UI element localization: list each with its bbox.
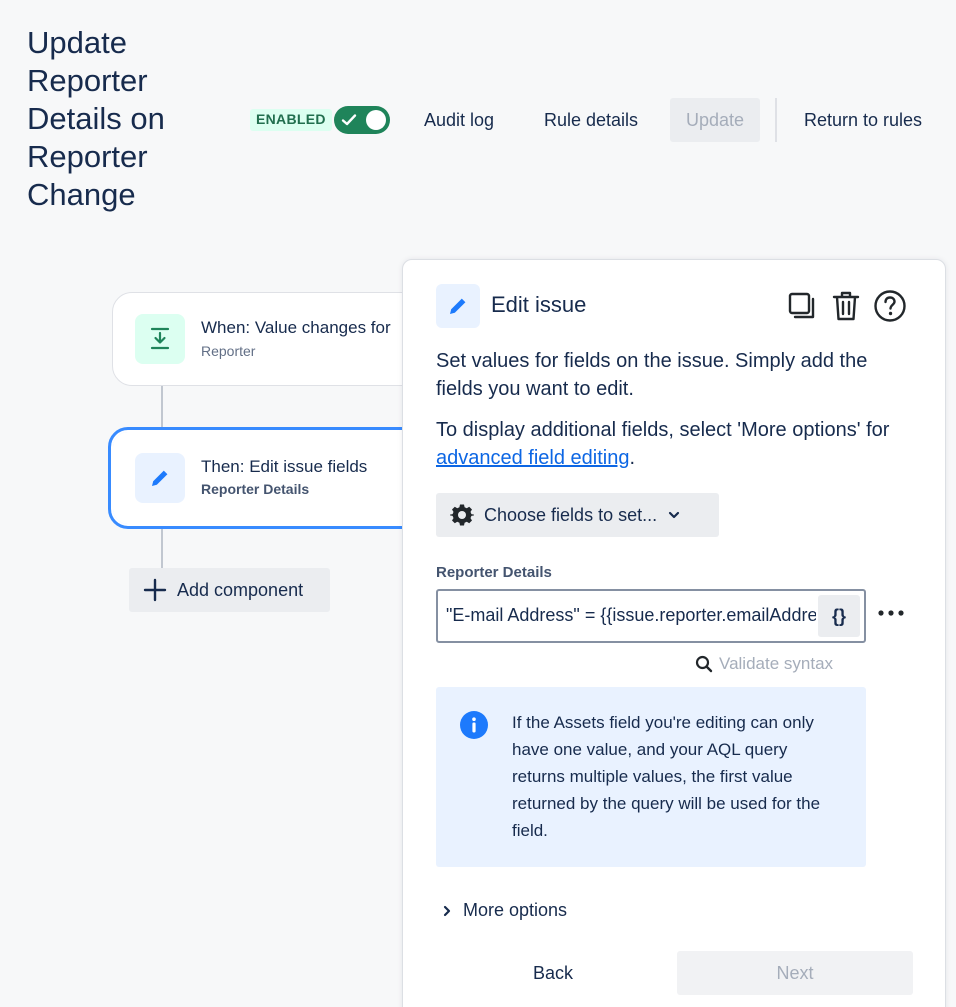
reporter-details-value[interactable]: "E-mail Address" = {{issue.reporter.emai… [446, 605, 816, 626]
copy-button[interactable] [785, 288, 819, 324]
help-button[interactable] [873, 288, 907, 324]
info-text: If the Assets field you're editing can o… [512, 713, 821, 840]
help-icon [874, 290, 906, 322]
panel-icon [436, 284, 480, 328]
description-suffix: . [629, 447, 636, 469]
more-options-toggle[interactable]: More options [441, 900, 567, 921]
download-arrow-icon [150, 327, 170, 350]
return-to-rules-button[interactable]: Return to rules [788, 98, 938, 142]
pencil-icon [450, 298, 466, 314]
rule-enabled-toggle[interactable] [334, 106, 390, 134]
chevron-right-icon [443, 905, 451, 916]
info-icon [460, 711, 488, 739]
status-lozenge: ENABLED [250, 109, 332, 131]
more-options-label: More options [463, 900, 568, 920]
panel-toolbar [785, 288, 907, 324]
edit-issue-panel: Edit issue Set values for fields on the … [402, 259, 946, 1007]
info-message: If the Assets field you're editing can o… [436, 687, 866, 867]
panel-title: Edit issue [491, 292, 587, 317]
field-more-actions-button[interactable] [876, 598, 906, 628]
audit-log-button[interactable]: Audit log [408, 98, 510, 142]
description-prefix: To display additional fields, select 'Mo… [436, 419, 890, 441]
rule-details-button[interactable]: Rule details [528, 98, 654, 142]
advanced-field-editing-link[interactable]: advanced field editing [436, 447, 629, 469]
action-subtitle: Reporter Details [201, 481, 310, 497]
validate-syntax-button[interactable]: Validate syntax [695, 654, 833, 674]
trigger-node[interactable]: When: Value changes for Reporter [112, 292, 442, 386]
chevron-down-icon [668, 511, 680, 519]
flow-connector [161, 528, 163, 570]
validate-syntax-label: Validate syntax [719, 654, 834, 673]
panel-description-advanced: To display additional fields, select 'Mo… [436, 416, 916, 472]
flow-connector [161, 386, 163, 430]
next-button[interactable]: Next [677, 951, 913, 995]
toggle-knob [366, 110, 386, 130]
smart-values-button[interactable]: {} [818, 595, 860, 637]
copy-icon [788, 292, 815, 319]
reporter-details-label: Reporter Details [436, 564, 552, 581]
pencil-icon [152, 470, 168, 486]
add-component-label: Add component [177, 579, 304, 600]
trash-icon [832, 291, 860, 321]
back-button[interactable]: Back [443, 951, 663, 995]
plus-icon [143, 578, 167, 602]
search-icon [695, 655, 713, 673]
choose-fields-dropdown[interactable]: Choose fields to set... [436, 493, 719, 537]
trigger-subtitle: Reporter [201, 343, 256, 359]
action-node[interactable]: Then: Edit issue fields Reporter Details [108, 427, 438, 529]
action-title: Then: Edit issue fields [201, 457, 368, 476]
gear-icon [450, 504, 474, 526]
reporter-details-field[interactable]: "E-mail Address" = {{issue.reporter.emai… [436, 589, 866, 643]
choose-fields-label: Choose fields to set... [484, 504, 658, 525]
header-divider [775, 98, 777, 142]
trigger-icon [135, 314, 185, 364]
panel-description: Set values for fields on the issue. Simp… [436, 350, 868, 400]
more-horizontal-icon [878, 610, 904, 616]
update-button[interactable]: Update [670, 98, 761, 142]
add-component-button[interactable]: Add component [129, 568, 330, 612]
trigger-title: When: Value changes for [201, 318, 391, 337]
action-icon [135, 453, 185, 503]
delete-button[interactable] [829, 288, 863, 324]
check-icon [341, 114, 357, 126]
page-title: Update Reporter Details on Reporter Chan… [27, 25, 165, 212]
